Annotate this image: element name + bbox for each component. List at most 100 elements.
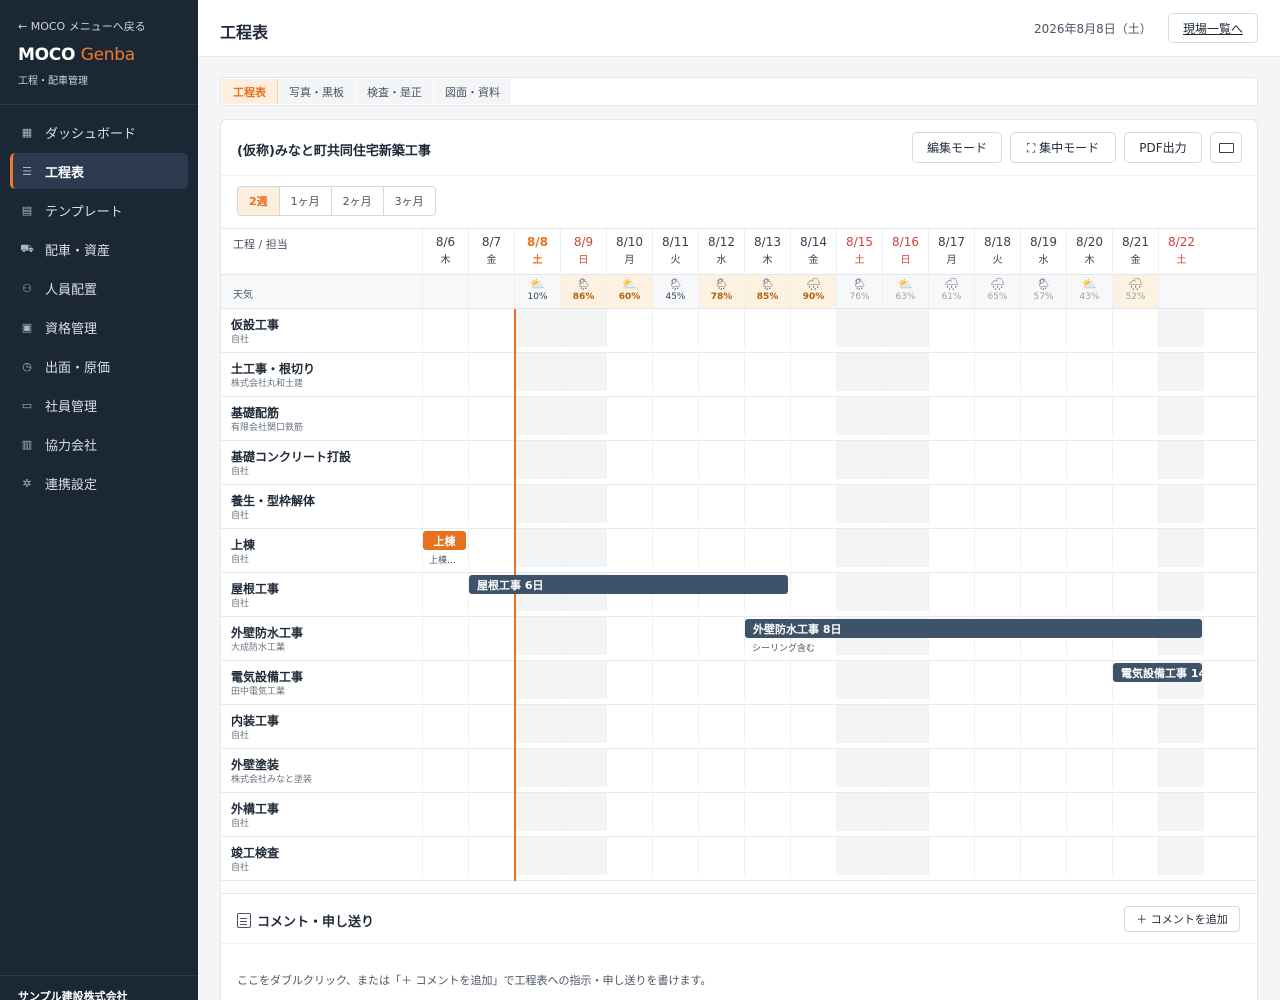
gantt-cell[interactable]	[836, 397, 882, 435]
sidebar-item-2[interactable]: ▤ テンプレート	[10, 192, 188, 228]
gantt-cell[interactable]	[698, 529, 744, 567]
gantt-cell[interactable]	[836, 309, 882, 347]
gantt-cell[interactable]	[1158, 837, 1204, 875]
gantt-cell[interactable]	[744, 485, 790, 523]
gantt-cell[interactable]	[652, 397, 698, 435]
gantt-cell[interactable]	[836, 705, 882, 743]
gantt-cell[interactable]	[790, 441, 836, 479]
pdf-export-button[interactable]: PDF出力	[1124, 132, 1202, 163]
gantt-cell[interactable]	[790, 661, 836, 699]
gantt-cell[interactable]	[790, 397, 836, 435]
tab-2[interactable]: 検査・是正	[356, 79, 434, 104]
task-name[interactable]: 基礎コンクリート打設	[231, 448, 351, 465]
gantt-cell[interactable]	[468, 441, 514, 479]
waterproof-bar[interactable]: 外壁防水工事 8日	[745, 619, 1202, 638]
gantt-cell[interactable]	[974, 309, 1020, 347]
gantt-cell[interactable]	[698, 353, 744, 391]
gantt-cell[interactable]	[1112, 441, 1158, 479]
gantt-cell[interactable]	[882, 661, 928, 699]
gantt-cell[interactable]	[1112, 705, 1158, 743]
gantt-cell[interactable]	[422, 573, 468, 611]
gantt-cell[interactable]	[836, 837, 882, 875]
gantt-cell[interactable]	[1112, 529, 1158, 567]
gantt-cell[interactable]	[1158, 529, 1204, 567]
gantt-cell[interactable]	[560, 749, 606, 787]
tab-0[interactable]: 工程表	[222, 79, 278, 104]
gantt-cell[interactable]	[606, 837, 652, 875]
gantt-cell[interactable]	[790, 529, 836, 567]
gantt-cell[interactable]	[514, 793, 560, 831]
task-name[interactable]: 外壁塗装	[231, 756, 279, 773]
tab-1[interactable]: 写真・黒板	[278, 79, 356, 104]
gantt-cell[interactable]	[514, 749, 560, 787]
gantt-cell[interactable]	[928, 529, 974, 567]
gantt-cell[interactable]	[836, 749, 882, 787]
gantt-cell[interactable]	[698, 617, 744, 655]
gantt-cell[interactable]	[514, 837, 560, 875]
gantt-cell[interactable]	[974, 529, 1020, 567]
range-option-0[interactable]: 2週	[238, 187, 280, 215]
gantt-cell[interactable]	[606, 309, 652, 347]
task-name[interactable]: 養生・型枠解体	[231, 492, 315, 509]
gantt-cell[interactable]	[514, 485, 560, 523]
gantt-cell[interactable]	[1112, 309, 1158, 347]
gantt-cell[interactable]	[422, 309, 468, 347]
gantt-cell[interactable]	[606, 617, 652, 655]
gantt-cell[interactable]	[928, 573, 974, 611]
gantt-cell[interactable]	[1066, 353, 1112, 391]
gantt-cell[interactable]	[652, 749, 698, 787]
gantt-cell[interactable]	[468, 529, 514, 567]
sidebar-item-1[interactable]: ☰ 工程表	[10, 153, 188, 189]
gantt-cell[interactable]	[974, 705, 1020, 743]
gantt-cell[interactable]	[790, 309, 836, 347]
range-option-3[interactable]: 3ヶ月	[384, 187, 435, 215]
gantt-cell[interactable]	[422, 617, 468, 655]
gantt-cell[interactable]	[1020, 485, 1066, 523]
gantt-cell[interactable]	[468, 617, 514, 655]
gantt-cell[interactable]	[744, 793, 790, 831]
gantt-cell[interactable]	[606, 529, 652, 567]
gantt-cell[interactable]	[422, 441, 468, 479]
gantt-cell[interactable]	[928, 397, 974, 435]
gantt-cell[interactable]	[790, 793, 836, 831]
gantt-cell[interactable]	[698, 837, 744, 875]
gantt-cell[interactable]	[560, 705, 606, 743]
gantt-cell[interactable]	[468, 353, 514, 391]
gantt-cell[interactable]	[974, 397, 1020, 435]
gantt-cell[interactable]	[422, 485, 468, 523]
gantt-cell[interactable]	[652, 485, 698, 523]
gantt-cell[interactable]	[698, 485, 744, 523]
gantt-cell[interactable]	[1158, 793, 1204, 831]
gantt-cell[interactable]	[606, 485, 652, 523]
gantt-cell[interactable]	[744, 353, 790, 391]
gantt-cell[interactable]	[422, 749, 468, 787]
gantt-cell[interactable]	[1158, 309, 1204, 347]
gantt-cell[interactable]	[882, 441, 928, 479]
gantt-cell[interactable]	[744, 749, 790, 787]
gantt-cell[interactable]	[1158, 397, 1204, 435]
range-option-2[interactable]: 2ヶ月	[332, 187, 384, 215]
gantt-cell[interactable]	[1020, 749, 1066, 787]
gantt-cell[interactable]	[698, 309, 744, 347]
sidebar-item-7[interactable]: ▭ 社員管理	[10, 387, 188, 423]
gantt-cell[interactable]	[1066, 793, 1112, 831]
gantt-cell[interactable]	[974, 485, 1020, 523]
gantt-cell[interactable]	[1112, 573, 1158, 611]
gantt-cell[interactable]	[652, 705, 698, 743]
gantt-cell[interactable]	[606, 705, 652, 743]
gantt-cell[interactable]	[836, 529, 882, 567]
gantt-cell[interactable]	[560, 529, 606, 567]
gantt-cell[interactable]	[882, 793, 928, 831]
gantt-cell[interactable]	[422, 705, 468, 743]
gantt-cell[interactable]	[698, 749, 744, 787]
gantt-cell[interactable]	[1066, 749, 1112, 787]
gantt-cell[interactable]	[1066, 441, 1112, 479]
gantt-cell[interactable]	[652, 353, 698, 391]
gantt-cell[interactable]	[422, 793, 468, 831]
gantt-cell[interactable]	[1020, 397, 1066, 435]
focus-mode-button[interactable]: ⛶ 集中モード	[1010, 132, 1116, 163]
gantt-cell[interactable]	[1020, 441, 1066, 479]
gantt-cell[interactable]	[744, 397, 790, 435]
gantt-cell[interactable]	[422, 661, 468, 699]
gantt-cell[interactable]	[882, 705, 928, 743]
